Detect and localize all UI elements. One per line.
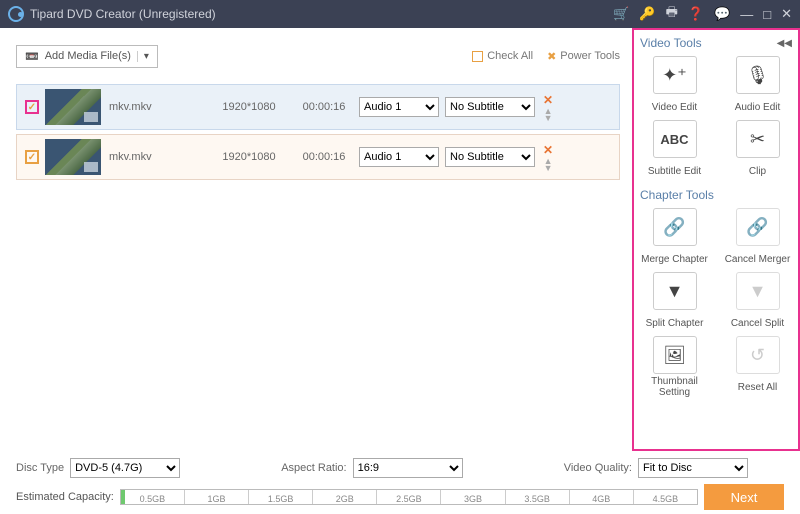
app-title: Tipard DVD Creator (Unregistered) [30, 7, 613, 21]
audio-edit-button[interactable]: 🎙 [736, 56, 780, 94]
video-thumbnail[interactable] [45, 89, 101, 125]
duration: 00:00:16 [289, 101, 359, 113]
power-tools[interactable]: ✖ Power Tools [547, 50, 620, 63]
add-media-label: Add Media File(s) [45, 50, 131, 62]
subtitle-select[interactable]: No Subtitle [445, 97, 535, 117]
check-all[interactable]: Check All [472, 50, 533, 62]
image-icon: 🖼 [663, 345, 686, 366]
capacity-tick: 4GB [569, 490, 633, 504]
app-logo-icon [8, 6, 24, 22]
tool-label: Cancel Merger [725, 248, 791, 270]
remove-row-button[interactable]: ✕ [543, 143, 553, 157]
window-controls: 🛒 🔑 🖶 ❓ 💬 — □ ✕ [613, 3, 792, 25]
duration: 00:00:16 [289, 151, 359, 163]
merge-chapter-button[interactable]: 🔗 [653, 208, 697, 246]
tool-label: Audio Edit [735, 96, 781, 118]
media-row[interactable]: ✓ mkv.mkv 1920*1080 00:00:16 Audio 1 No … [16, 134, 620, 180]
tool-label: Reset All [738, 376, 777, 398]
tool-label: Thumbnail Setting [640, 376, 709, 398]
resolution: 1920*1080 [209, 101, 289, 113]
aspect-label: Aspect Ratio: [281, 462, 346, 474]
capacity-bar: 0.5GB1GB1.5GB2GB2.5GB3GB3.5GB4GB4.5GB [120, 489, 698, 505]
mic-icon: 🎙 [746, 65, 769, 86]
main-content: 📼 Add Media File(s) ▾ Check All ✖ Power … [0, 28, 632, 451]
disc-type-label: Disc Type [16, 462, 64, 474]
tool-label: Video Edit [652, 96, 697, 118]
help-icon[interactable]: ❓ [688, 6, 704, 22]
remove-row-button[interactable]: ✕ [543, 93, 553, 107]
chevron-down-icon[interactable]: ▾ [137, 51, 149, 62]
add-media-icon: 📼 [25, 50, 39, 63]
aspect-select[interactable]: 16:9 [353, 458, 463, 478]
thumbnail-setting-button[interactable]: 🖼 [653, 336, 697, 374]
video-tools-title: Video Tools ◀◀ [640, 36, 792, 50]
row-checkbox[interactable]: ✓ [25, 100, 39, 114]
split-icon: ▼ [666, 281, 684, 302]
scissors-icon: ✂ [750, 129, 765, 150]
capacity-tick: 1GB [184, 490, 248, 504]
print-icon[interactable]: 🖶 [666, 3, 678, 25]
media-row[interactable]: ✓ mkv.mkv 1920*1080 00:00:16 Audio 1 No … [16, 84, 620, 130]
split-chapter-button[interactable]: ▼ [653, 272, 697, 310]
wand-icon: ✦⁺ [662, 65, 687, 86]
quality-select[interactable]: Fit to Disc [638, 458, 748, 478]
footer: Disc Type DVD-5 (4.7G) Aspect Ratio: 16:… [0, 451, 800, 514]
tool-label: Cancel Split [731, 312, 784, 334]
unsplit-icon: ▼ [749, 281, 767, 302]
capacity-tick: 1.5GB [248, 490, 312, 504]
tool-label: Merge Chapter [641, 248, 708, 270]
feedback-icon[interactable]: 💬 [714, 6, 730, 22]
disc-type-select[interactable]: DVD-5 (4.7G) [70, 458, 180, 478]
capacity-tick: 4.5GB [633, 490, 697, 504]
video-thumbnail[interactable] [45, 139, 101, 175]
abc-icon: ABC [660, 132, 688, 147]
subtitle-edit-button[interactable]: ABC [653, 120, 697, 158]
link-icon: 🔗 [663, 217, 685, 238]
clip-button[interactable]: ✂ [736, 120, 780, 158]
audio-select[interactable]: Audio 1 [359, 97, 439, 117]
power-tools-label: Power Tools [560, 50, 620, 62]
checkbox-icon [472, 51, 483, 62]
check-all-label: Check All [487, 50, 533, 62]
next-button[interactable]: Next [704, 484, 784, 510]
tool-label: Clip [749, 160, 766, 182]
cancel-split-button[interactable]: ▼ [736, 272, 780, 310]
resolution: 1920*1080 [209, 151, 289, 163]
unlink-icon: 🔗 [746, 217, 768, 238]
capacity-tick: 0.5GB [121, 490, 184, 504]
tool-label: Subtitle Edit [648, 160, 701, 182]
chapter-tools-title: Chapter Tools [640, 188, 792, 202]
collapse-icon[interactable]: ◀◀ [777, 38, 792, 49]
filename: mkv.mkv [109, 101, 209, 113]
tools-panel: Video Tools ◀◀ ✦⁺Video Edit 🎙Audio Edit … [632, 28, 800, 451]
tools-icon: ✖ [547, 50, 556, 63]
reset-all-button[interactable]: ↺ [736, 336, 780, 374]
titlebar: Tipard DVD Creator (Unregistered) 🛒 🔑 🖶 … [0, 0, 800, 28]
cart-icon[interactable]: 🛒 [613, 6, 629, 22]
close-icon[interactable]: ✕ [781, 6, 792, 22]
capacity-tick: 3GB [440, 490, 504, 504]
capacity-tick: 3.5GB [505, 490, 569, 504]
add-media-button[interactable]: 📼 Add Media File(s) ▾ [16, 45, 158, 68]
filename: mkv.mkv [109, 151, 209, 163]
row-checkbox[interactable]: ✓ [25, 150, 39, 164]
key-icon[interactable]: 🔑 [639, 6, 655, 22]
capacity-tick: 2GB [312, 490, 376, 504]
maximize-icon[interactable]: □ [763, 7, 771, 22]
subtitle-select[interactable]: No Subtitle [445, 147, 535, 167]
reorder-arrows[interactable]: ▲▼ [544, 158, 553, 172]
tool-label: Split Chapter [646, 312, 704, 334]
cancel-merge-button[interactable]: 🔗 [736, 208, 780, 246]
undo-icon: ↺ [750, 345, 765, 366]
capacity-label: Estimated Capacity: [16, 491, 114, 503]
reorder-arrows[interactable]: ▲▼ [544, 108, 553, 122]
audio-select[interactable]: Audio 1 [359, 147, 439, 167]
minimize-icon[interactable]: — [740, 7, 753, 22]
video-edit-button[interactable]: ✦⁺ [653, 56, 697, 94]
capacity-tick: 2.5GB [376, 490, 440, 504]
quality-label: Video Quality: [564, 462, 632, 474]
